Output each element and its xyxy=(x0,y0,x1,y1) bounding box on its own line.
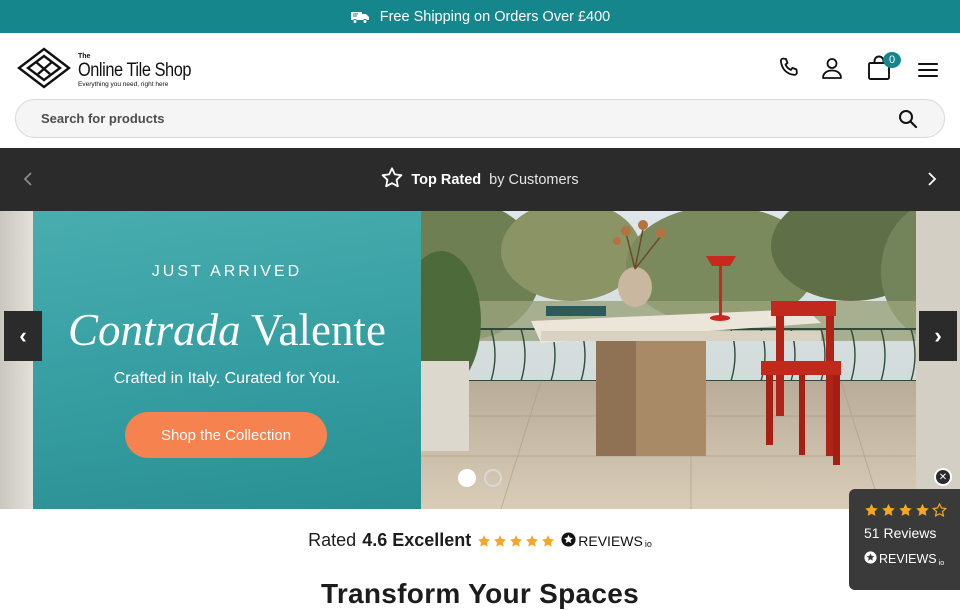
rating-score: 4.6 Excellent xyxy=(362,530,472,550)
rating-stars xyxy=(477,534,555,548)
truck-icon xyxy=(350,10,370,24)
announcement-text: Free Shipping on Orders Over £400 xyxy=(379,8,611,25)
cart-count-badge: 0 xyxy=(883,52,901,68)
carousel-dot-2[interactable] xyxy=(484,469,502,487)
top-rated-strip: Top Rated by Customers xyxy=(0,148,960,211)
menu-icon[interactable] xyxy=(915,57,941,83)
star-icon xyxy=(494,534,507,547)
star-outline-icon xyxy=(932,503,947,517)
section-title: Transform Your Spaces xyxy=(320,578,640,609)
close-icon[interactable]: ✕ xyxy=(934,468,952,486)
strip-light-text: by Customers xyxy=(489,171,579,188)
star-icon xyxy=(865,503,878,516)
user-icon[interactable] xyxy=(819,55,845,81)
reviews-widget[interactable]: 51 Reviews REVIEWS io xyxy=(849,489,960,590)
logo-the: The xyxy=(78,52,91,60)
reviews-io-logo[interactable]: REVIEWS io xyxy=(561,531,652,550)
widget-brand-suffix: io xyxy=(938,560,945,567)
hero-subtitle: Crafted in Italy. Curated for You. xyxy=(113,370,341,387)
carousel-dot-1[interactable] xyxy=(458,469,476,487)
hero-next-button[interactable]: › xyxy=(919,311,957,361)
star-icon xyxy=(916,503,929,516)
logo-tagline: Everything you need, right here xyxy=(78,80,169,88)
hero-title: Contrada Valente xyxy=(33,304,421,356)
reviews-star-badge-icon xyxy=(864,551,877,567)
hero-title-script: Contrada xyxy=(68,305,241,355)
hero-kicker: JUST ARRIVED xyxy=(151,263,303,280)
widget-review-count: 51 Reviews xyxy=(864,525,937,541)
widget-stars xyxy=(864,503,960,517)
search-bar xyxy=(15,99,945,138)
star-icon xyxy=(526,534,539,547)
hero-promo-panel: JUST ARRIVED Contrada Valente Crafted in… xyxy=(0,211,421,509)
search-icon[interactable] xyxy=(898,109,918,134)
widget-brand: REVIEWS xyxy=(879,552,937,566)
rating-prefix: Rated xyxy=(308,530,357,550)
search-input[interactable] xyxy=(41,111,861,126)
hero-title-serif: Valente xyxy=(251,305,386,355)
star-icon xyxy=(510,534,523,547)
star-icon xyxy=(899,503,912,516)
strip-next-arrow-icon[interactable] xyxy=(923,170,941,188)
chevron-left-icon: ‹ xyxy=(19,323,27,348)
rating-summary: Rated 4.6 Excellent REVIEWS io xyxy=(0,530,960,551)
hero-carousel: JUST ARRIVED Contrada Valente Crafted in… xyxy=(0,211,960,509)
star-icon xyxy=(882,503,895,516)
star-outline-icon xyxy=(381,167,403,192)
shop-collection-button[interactable]: Shop the Collection xyxy=(125,412,327,458)
star-icon xyxy=(542,534,555,547)
phone-icon[interactable] xyxy=(776,55,802,81)
logo-name: Online Tile Shop xyxy=(78,59,192,81)
reviews-brand: REVIEWS xyxy=(578,532,643,549)
widget-reviews-logo: REVIEWS io xyxy=(864,551,960,567)
site-header: The Online Tile Shop Everything you need… xyxy=(0,33,960,100)
logo-mark-icon xyxy=(16,47,72,94)
chevron-right-icon: › xyxy=(934,323,942,348)
site-logo[interactable]: The Online Tile Shop Everything you need… xyxy=(16,47,209,94)
star-icon xyxy=(478,534,491,547)
strip-bold-text: Top Rated xyxy=(411,171,482,188)
hero-image xyxy=(381,211,960,509)
hero-prev-button[interactable]: ‹ xyxy=(4,311,42,361)
strip-prev-arrow-icon[interactable] xyxy=(19,170,37,188)
reviews-brand-suffix: io xyxy=(644,538,652,549)
announcement-bar: Free Shipping on Orders Over £400 xyxy=(0,0,960,33)
reviews-star-badge-icon xyxy=(561,531,576,550)
